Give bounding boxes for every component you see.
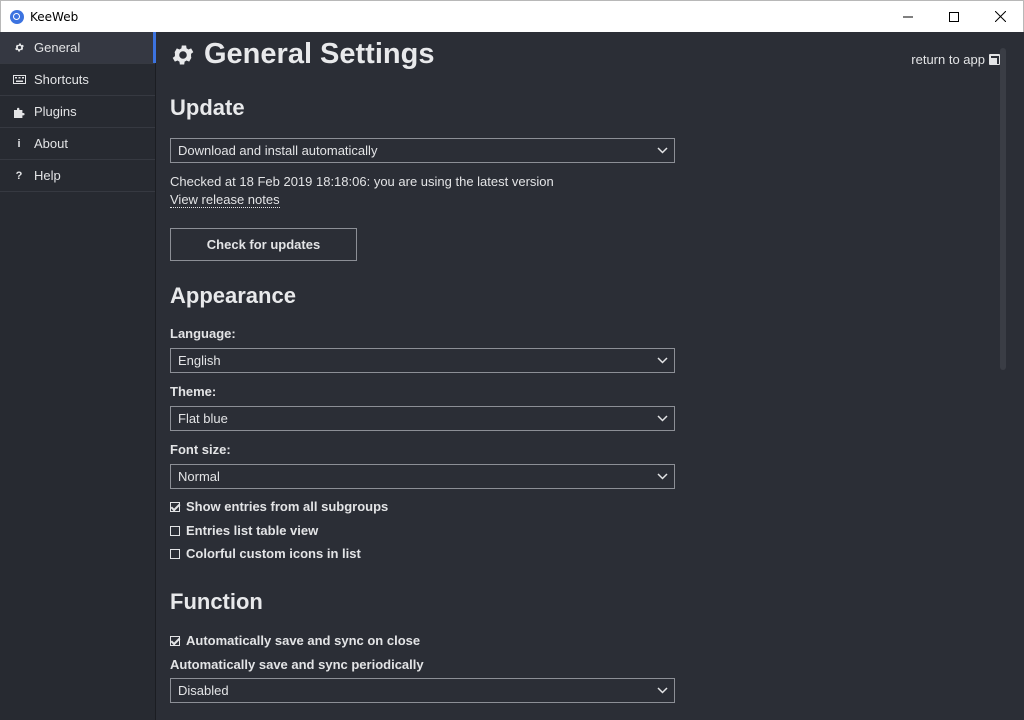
theme-select[interactable]: Flat blue (170, 406, 675, 431)
sidebar-item-about[interactable]: i About (0, 128, 155, 160)
sidebar-item-label: About (34, 136, 68, 151)
chevron-down-icon (657, 473, 668, 480)
font-size-label: Font size: (170, 442, 231, 457)
chevron-down-icon (657, 147, 668, 154)
table-view-checkbox[interactable]: Entries list table view (170, 523, 318, 538)
language-select[interactable]: English (170, 348, 675, 373)
autosave-periodic-value: Disabled (178, 683, 229, 698)
minimize-icon (903, 16, 913, 17)
keeweb-logo-icon (10, 9, 24, 24)
chevron-down-icon (657, 357, 668, 364)
maximize-icon (949, 11, 959, 22)
window-controls (885, 1, 1023, 33)
check-for-updates-button[interactable]: Check for updates (170, 228, 357, 261)
sidebar-item-shortcuts[interactable]: Shortcuts (0, 64, 155, 96)
checkbox-unchecked[interactable] (170, 525, 180, 536)
settings-sidebar: General Shortcuts Plugins i About ? Help (0, 32, 156, 720)
sidebar-item-label: General (34, 40, 81, 55)
function-heading: Function (170, 589, 263, 614)
checkbox-checked[interactable] (170, 635, 180, 646)
info-icon: i (17, 137, 21, 150)
external-arrow-icon (989, 54, 1000, 65)
checkbox-label: Colorful custom icons in list (186, 546, 361, 561)
update-heading: Update (170, 95, 245, 120)
title-bar: KeeWeb (0, 0, 1024, 32)
sidebar-item-label: Help (34, 168, 61, 183)
update-mode-value: Download and install automatically (178, 143, 378, 158)
scrollbar-thumb[interactable] (1000, 48, 1006, 370)
autosave-periodic-select[interactable]: Disabled (170, 678, 675, 703)
page-title-text: General Settings (204, 38, 435, 70)
checkbox-label: Entries list table view (186, 523, 319, 538)
question-icon: ? (15, 169, 23, 182)
update-status: Checked at 18 Feb 2019 18:18:06: you are… (170, 174, 554, 189)
page-title: General Settings (170, 38, 434, 71)
appearance-heading: Appearance (170, 283, 296, 308)
close-icon (994, 11, 1006, 22)
theme-label: Theme: (170, 384, 217, 399)
sidebar-item-general[interactable]: General (0, 32, 156, 64)
gear-icon (170, 42, 196, 68)
language-value: English (178, 353, 221, 368)
font-size-select[interactable]: Normal (170, 464, 675, 489)
return-to-app-link[interactable]: return to app (911, 52, 1000, 67)
colorful-icons-checkbox[interactable]: Colorful custom icons in list (170, 546, 361, 561)
update-mode-select[interactable]: Download and install automatically (170, 138, 675, 163)
theme-value: Flat blue (178, 411, 228, 426)
release-notes-wrapper: View release notes (170, 192, 280, 208)
checkbox-checked[interactable] (170, 501, 180, 512)
language-label: Language: (170, 326, 236, 341)
keyboard-icon (12, 75, 26, 84)
settings-content: General Settings return to app Update Do… (157, 32, 1024, 720)
view-release-notes-link[interactable]: View release notes (170, 192, 280, 208)
sidebar-item-label: Shortcuts (34, 72, 89, 87)
sidebar-item-label: Plugins (34, 104, 77, 119)
autosave-close-checkbox[interactable]: Automatically save and sync on close (170, 633, 420, 648)
chevron-down-icon (657, 687, 668, 694)
return-to-app-label: return to app (911, 52, 985, 67)
checkbox-label: Automatically save and sync on close (186, 633, 421, 648)
sidebar-item-help[interactable]: ? Help (0, 160, 155, 192)
font-size-value: Normal (178, 469, 220, 484)
checkbox-label: Show entries from all subgroups (186, 499, 389, 514)
close-button[interactable] (977, 1, 1023, 33)
maximize-button[interactable] (931, 1, 977, 33)
window-title: KeeWeb (30, 9, 79, 24)
chevron-down-icon (657, 415, 668, 422)
minimize-button[interactable] (885, 1, 931, 33)
autosave-periodic-label: Automatically save and sync periodically (170, 657, 424, 672)
gear-icon (12, 42, 26, 53)
puzzle-icon (12, 106, 26, 118)
checkbox-unchecked[interactable] (170, 548, 180, 559)
sidebar-item-plugins[interactable]: Plugins (0, 96, 155, 128)
show-subgroups-checkbox[interactable]: Show entries from all subgroups (170, 499, 388, 514)
